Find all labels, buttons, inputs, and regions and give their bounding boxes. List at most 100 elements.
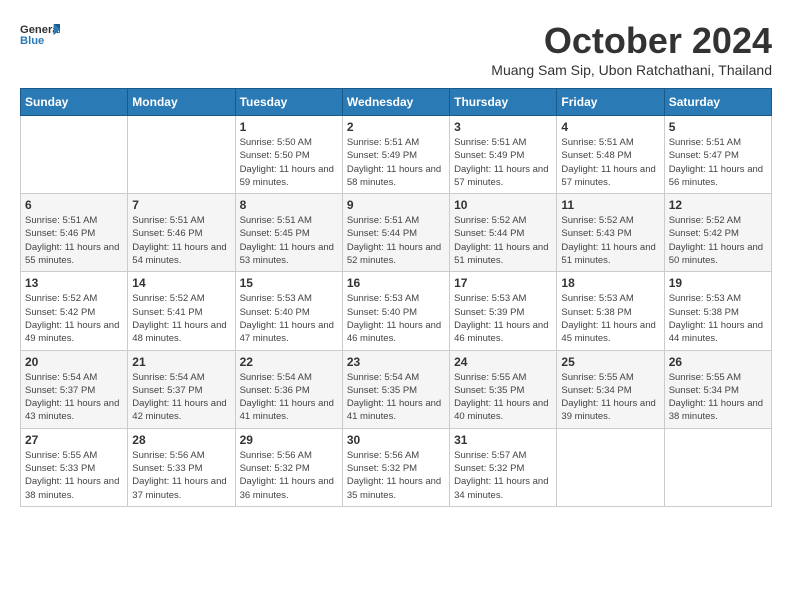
calendar-day-cell: 30 Sunrise: 5:56 AMSunset: 5:32 PMDaylig… — [342, 428, 449, 506]
calendar-day-header: Saturday — [664, 89, 771, 116]
day-number: 27 — [25, 433, 123, 447]
day-number: 28 — [132, 433, 230, 447]
calendar-day-cell: 9 Sunrise: 5:51 AMSunset: 5:44 PMDayligh… — [342, 194, 449, 272]
day-number: 16 — [347, 276, 445, 290]
calendar-day-cell: 17 Sunrise: 5:53 AMSunset: 5:39 PMDaylig… — [450, 272, 557, 350]
calendar-day-cell: 21 Sunrise: 5:54 AMSunset: 5:37 PMDaylig… — [128, 350, 235, 428]
day-detail: Sunrise: 5:51 AMSunset: 5:44 PMDaylight:… — [347, 214, 445, 267]
month-title: October 2024 — [491, 20, 772, 62]
day-detail: Sunrise: 5:51 AMSunset: 5:49 PMDaylight:… — [454, 136, 552, 189]
calendar-day-cell: 16 Sunrise: 5:53 AMSunset: 5:40 PMDaylig… — [342, 272, 449, 350]
day-detail: Sunrise: 5:54 AMSunset: 5:37 PMDaylight:… — [25, 371, 123, 424]
calendar-day-cell: 6 Sunrise: 5:51 AMSunset: 5:46 PMDayligh… — [21, 194, 128, 272]
day-number: 11 — [561, 198, 659, 212]
day-detail: Sunrise: 5:51 AMSunset: 5:49 PMDaylight:… — [347, 136, 445, 189]
day-detail: Sunrise: 5:52 AMSunset: 5:44 PMDaylight:… — [454, 214, 552, 267]
location-subtitle: Muang Sam Sip, Ubon Ratchathani, Thailan… — [491, 62, 772, 78]
day-number: 13 — [25, 276, 123, 290]
day-number: 22 — [240, 355, 338, 369]
title-section: October 2024 Muang Sam Sip, Ubon Ratchat… — [491, 20, 772, 78]
day-detail: Sunrise: 5:53 AMSunset: 5:38 PMDaylight:… — [669, 292, 767, 345]
calendar-day-header: Thursday — [450, 89, 557, 116]
calendar-week-row: 1 Sunrise: 5:50 AMSunset: 5:50 PMDayligh… — [21, 116, 772, 194]
calendar-day-cell: 13 Sunrise: 5:52 AMSunset: 5:42 PMDaylig… — [21, 272, 128, 350]
day-number: 5 — [669, 120, 767, 134]
calendar-header-row: SundayMondayTuesdayWednesdayThursdayFrid… — [21, 89, 772, 116]
calendar-day-header: Monday — [128, 89, 235, 116]
day-detail: Sunrise: 5:52 AMSunset: 5:41 PMDaylight:… — [132, 292, 230, 345]
day-number: 20 — [25, 355, 123, 369]
day-number: 10 — [454, 198, 552, 212]
day-number: 25 — [561, 355, 659, 369]
calendar-day-cell: 18 Sunrise: 5:53 AMSunset: 5:38 PMDaylig… — [557, 272, 664, 350]
logo-icon: General Blue — [20, 20, 60, 48]
calendar-day-header: Sunday — [21, 89, 128, 116]
calendar-day-cell: 25 Sunrise: 5:55 AMSunset: 5:34 PMDaylig… — [557, 350, 664, 428]
day-number: 29 — [240, 433, 338, 447]
calendar-day-cell: 31 Sunrise: 5:57 AMSunset: 5:32 PMDaylig… — [450, 428, 557, 506]
day-number: 2 — [347, 120, 445, 134]
calendar-day-cell: 3 Sunrise: 5:51 AMSunset: 5:49 PMDayligh… — [450, 116, 557, 194]
calendar-day-cell: 20 Sunrise: 5:54 AMSunset: 5:37 PMDaylig… — [21, 350, 128, 428]
calendar-day-cell: 26 Sunrise: 5:55 AMSunset: 5:34 PMDaylig… — [664, 350, 771, 428]
calendar-day-cell — [557, 428, 664, 506]
day-number: 4 — [561, 120, 659, 134]
day-detail: Sunrise: 5:56 AMSunset: 5:33 PMDaylight:… — [132, 449, 230, 502]
calendar-day-cell: 27 Sunrise: 5:55 AMSunset: 5:33 PMDaylig… — [21, 428, 128, 506]
calendar-day-cell: 22 Sunrise: 5:54 AMSunset: 5:36 PMDaylig… — [235, 350, 342, 428]
day-detail: Sunrise: 5:51 AMSunset: 5:46 PMDaylight:… — [132, 214, 230, 267]
calendar-week-row: 20 Sunrise: 5:54 AMSunset: 5:37 PMDaylig… — [21, 350, 772, 428]
day-detail: Sunrise: 5:51 AMSunset: 5:45 PMDaylight:… — [240, 214, 338, 267]
day-detail: Sunrise: 5:54 AMSunset: 5:37 PMDaylight:… — [132, 371, 230, 424]
calendar-day-cell: 14 Sunrise: 5:52 AMSunset: 5:41 PMDaylig… — [128, 272, 235, 350]
svg-text:Blue: Blue — [20, 35, 44, 47]
day-number: 23 — [347, 355, 445, 369]
calendar-day-cell: 15 Sunrise: 5:53 AMSunset: 5:40 PMDaylig… — [235, 272, 342, 350]
calendar-day-cell — [664, 428, 771, 506]
day-detail: Sunrise: 5:56 AMSunset: 5:32 PMDaylight:… — [240, 449, 338, 502]
calendar-week-row: 13 Sunrise: 5:52 AMSunset: 5:42 PMDaylig… — [21, 272, 772, 350]
day-number: 3 — [454, 120, 552, 134]
logo: General Blue — [20, 20, 60, 48]
calendar-day-header: Wednesday — [342, 89, 449, 116]
day-detail: Sunrise: 5:53 AMSunset: 5:39 PMDaylight:… — [454, 292, 552, 345]
day-number: 30 — [347, 433, 445, 447]
day-detail: Sunrise: 5:55 AMSunset: 5:35 PMDaylight:… — [454, 371, 552, 424]
day-number: 9 — [347, 198, 445, 212]
day-detail: Sunrise: 5:51 AMSunset: 5:46 PMDaylight:… — [25, 214, 123, 267]
calendar-day-cell: 12 Sunrise: 5:52 AMSunset: 5:42 PMDaylig… — [664, 194, 771, 272]
day-number: 26 — [669, 355, 767, 369]
day-number: 17 — [454, 276, 552, 290]
day-detail: Sunrise: 5:52 AMSunset: 5:42 PMDaylight:… — [25, 292, 123, 345]
day-number: 24 — [454, 355, 552, 369]
day-number: 8 — [240, 198, 338, 212]
day-detail: Sunrise: 5:54 AMSunset: 5:35 PMDaylight:… — [347, 371, 445, 424]
day-number: 14 — [132, 276, 230, 290]
day-detail: Sunrise: 5:51 AMSunset: 5:48 PMDaylight:… — [561, 136, 659, 189]
day-number: 12 — [669, 198, 767, 212]
day-detail: Sunrise: 5:52 AMSunset: 5:42 PMDaylight:… — [669, 214, 767, 267]
day-number: 1 — [240, 120, 338, 134]
day-detail: Sunrise: 5:55 AMSunset: 5:34 PMDaylight:… — [669, 371, 767, 424]
calendar-day-cell: 2 Sunrise: 5:51 AMSunset: 5:49 PMDayligh… — [342, 116, 449, 194]
day-detail: Sunrise: 5:55 AMSunset: 5:34 PMDaylight:… — [561, 371, 659, 424]
day-detail: Sunrise: 5:57 AMSunset: 5:32 PMDaylight:… — [454, 449, 552, 502]
day-number: 21 — [132, 355, 230, 369]
calendar-week-row: 27 Sunrise: 5:55 AMSunset: 5:33 PMDaylig… — [21, 428, 772, 506]
calendar-day-cell: 5 Sunrise: 5:51 AMSunset: 5:47 PMDayligh… — [664, 116, 771, 194]
day-number: 15 — [240, 276, 338, 290]
calendar-day-cell: 23 Sunrise: 5:54 AMSunset: 5:35 PMDaylig… — [342, 350, 449, 428]
calendar-day-cell: 8 Sunrise: 5:51 AMSunset: 5:45 PMDayligh… — [235, 194, 342, 272]
calendar-day-cell: 28 Sunrise: 5:56 AMSunset: 5:33 PMDaylig… — [128, 428, 235, 506]
day-number: 18 — [561, 276, 659, 290]
day-detail: Sunrise: 5:53 AMSunset: 5:38 PMDaylight:… — [561, 292, 659, 345]
calendar-day-cell: 24 Sunrise: 5:55 AMSunset: 5:35 PMDaylig… — [450, 350, 557, 428]
day-number: 7 — [132, 198, 230, 212]
day-detail: Sunrise: 5:56 AMSunset: 5:32 PMDaylight:… — [347, 449, 445, 502]
calendar-day-cell — [128, 116, 235, 194]
calendar-table: SundayMondayTuesdayWednesdayThursdayFrid… — [20, 88, 772, 507]
calendar-day-cell — [21, 116, 128, 194]
calendar-day-cell: 11 Sunrise: 5:52 AMSunset: 5:43 PMDaylig… — [557, 194, 664, 272]
calendar-week-row: 6 Sunrise: 5:51 AMSunset: 5:46 PMDayligh… — [21, 194, 772, 272]
day-number: 31 — [454, 433, 552, 447]
